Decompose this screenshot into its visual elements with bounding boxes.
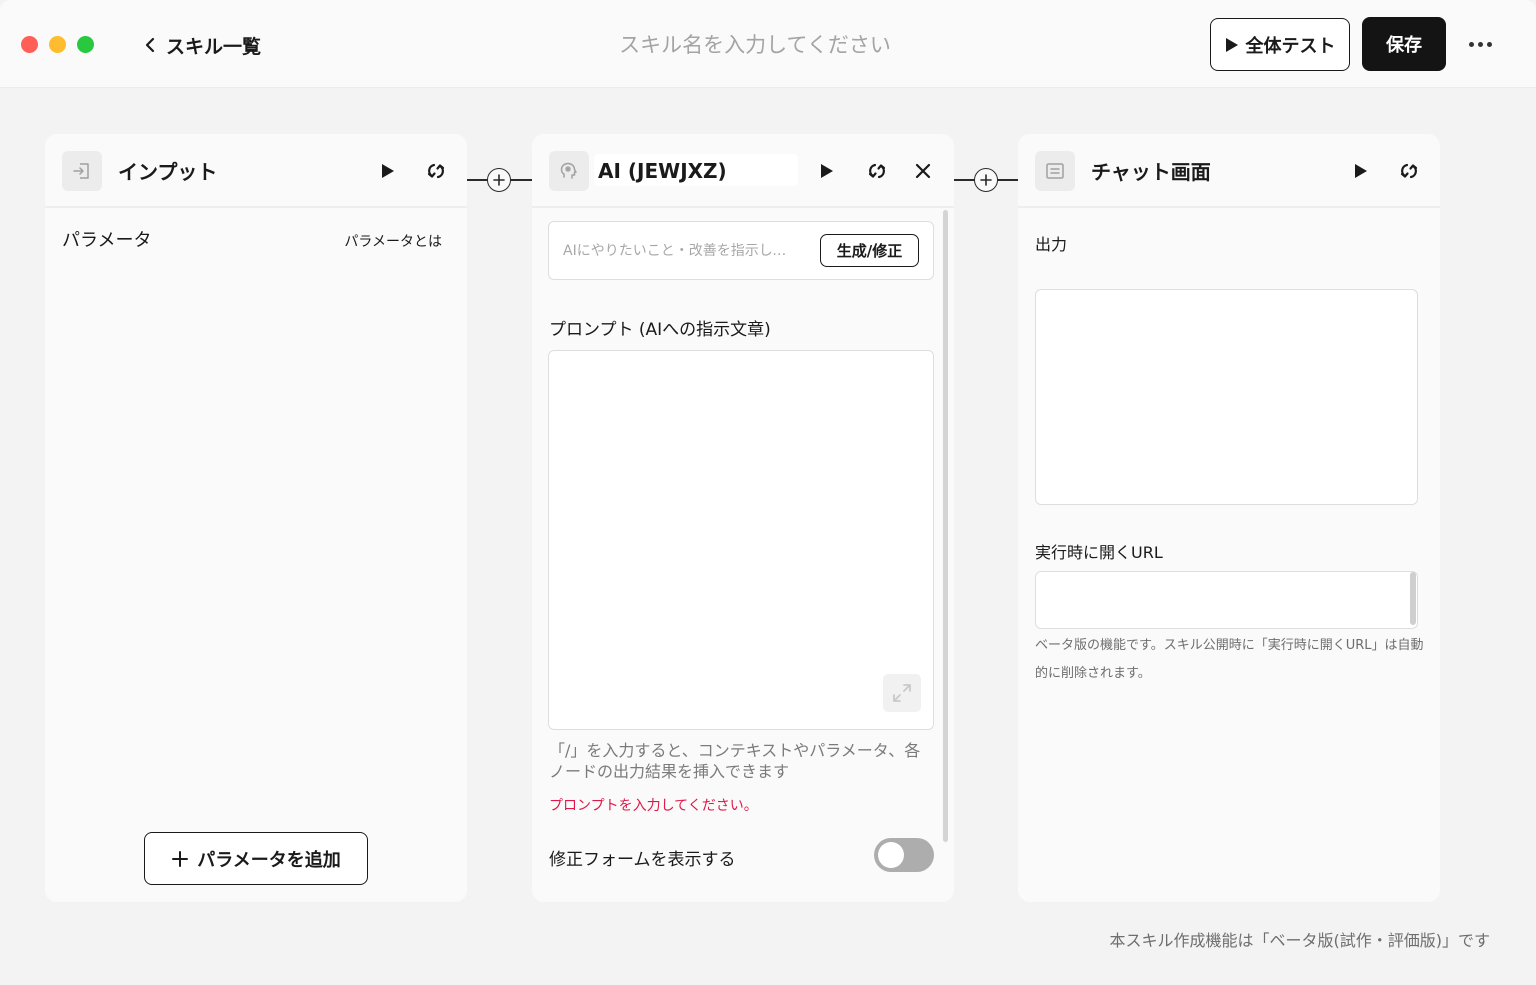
play-icon bbox=[821, 164, 833, 178]
close-window-button[interactable] bbox=[21, 36, 38, 53]
output-label: 出力 bbox=[1035, 235, 1068, 254]
back-label: スキル一覧 bbox=[166, 35, 262, 58]
play-icon bbox=[1225, 37, 1238, 52]
close-icon bbox=[915, 163, 931, 179]
expand-icon bbox=[893, 684, 911, 702]
maximize-window-button[interactable] bbox=[77, 36, 94, 53]
dot bbox=[1468, 41, 1474, 47]
ai-node-title: AI (JEWJXZ) bbox=[598, 159, 727, 183]
prompt-label: プロンプト (AIへの指示文章) bbox=[549, 320, 771, 340]
ai-instruction-box: 生成/修正 bbox=[548, 221, 934, 280]
dot bbox=[1486, 41, 1492, 47]
refresh-icon bbox=[427, 163, 445, 179]
run-url-input[interactable] bbox=[1035, 571, 1418, 629]
title-bar: スキル一覧 全体テスト 保存 bbox=[0, 0, 1536, 88]
refresh-icon bbox=[868, 163, 886, 179]
input-node-icon-box bbox=[62, 151, 102, 191]
dot bbox=[1477, 41, 1483, 47]
ai-instruction-input[interactable] bbox=[563, 239, 799, 263]
prompt-hint: 「/」を入力すると、コンテキストやパラメータ、各ノードの出力結果を挿入できます bbox=[549, 741, 921, 781]
play-icon bbox=[1355, 164, 1367, 178]
toggle-knob bbox=[878, 842, 904, 868]
url-beta-note: ベータ版の機能です。スキル公開時に「実行時に開くURL」は自動的に削除されます。 bbox=[1035, 638, 1424, 681]
save-button[interactable]: 保存 bbox=[1362, 17, 1446, 71]
chat-node-title: チャット画面 bbox=[1091, 160, 1211, 184]
plus-icon bbox=[172, 850, 189, 867]
more-options-button[interactable] bbox=[1462, 32, 1498, 56]
url-label: 実行時に開くURL bbox=[1035, 543, 1163, 562]
run-node-button[interactable] bbox=[374, 158, 400, 184]
url-input-scrollbar[interactable] bbox=[1410, 572, 1416, 625]
input-node-panel: インプット パラメータ パラメータとは パラメータを追加 bbox=[45, 134, 467, 902]
prompt-error-message: プロンプトを入力してください。 bbox=[549, 798, 758, 814]
test-all-button[interactable]: 全体テスト bbox=[1210, 18, 1350, 71]
ai-node-panel: AI (JEWJXZ) 生成/修正 プロンプト (AIへの指示文章 bbox=[532, 134, 954, 902]
skill-name-input[interactable] bbox=[520, 26, 990, 64]
chat-node-icon-box bbox=[1035, 151, 1075, 191]
beta-footer-note: 本スキル作成機能は「ベータ版(試作・評価版)」です bbox=[1109, 931, 1491, 950]
generate-fix-button[interactable]: 生成/修正 bbox=[820, 234, 919, 267]
refresh-icon bbox=[1400, 163, 1418, 179]
add-parameter-label: パラメータを追加 bbox=[197, 849, 341, 871]
output-textarea[interactable] bbox=[1035, 289, 1418, 505]
parameter-label: パラメータ bbox=[62, 230, 152, 251]
input-node-title: インプット bbox=[118, 160, 218, 184]
login-icon bbox=[73, 163, 89, 179]
play-icon bbox=[382, 164, 394, 178]
add-node-button-2[interactable] bbox=[974, 168, 998, 192]
reset-node-button[interactable] bbox=[864, 158, 890, 184]
test-all-label: 全体テスト bbox=[1245, 35, 1336, 57]
plus-icon bbox=[493, 174, 505, 186]
chevron-left-icon bbox=[145, 37, 155, 53]
reset-node-button[interactable] bbox=[423, 158, 449, 184]
ai-brain-icon bbox=[560, 162, 577, 179]
input-node-header: インプット bbox=[45, 134, 467, 208]
run-node-button[interactable] bbox=[1347, 158, 1373, 184]
document-icon bbox=[1046, 163, 1064, 179]
run-node-button[interactable] bbox=[813, 158, 839, 184]
add-parameter-button[interactable]: パラメータを追加 bbox=[144, 832, 368, 885]
fix-form-toggle[interactable] bbox=[874, 838, 934, 872]
panel-scrollbar-thumb[interactable] bbox=[943, 210, 948, 842]
chat-node-header: チャット画面 bbox=[1018, 134, 1440, 208]
expand-prompt-button[interactable] bbox=[883, 674, 921, 712]
app-window: スキル一覧 全体テスト 保存 インプット bbox=[0, 0, 1536, 985]
reset-node-button[interactable] bbox=[1396, 158, 1422, 184]
parameter-help-link[interactable]: パラメータとは bbox=[344, 231, 442, 251]
back-to-skill-list-link[interactable]: スキル一覧 bbox=[142, 30, 261, 60]
fix-form-toggle-label: 修正フォームを表示する bbox=[549, 850, 736, 870]
minimize-window-button[interactable] bbox=[49, 36, 66, 53]
plus-icon bbox=[980, 174, 992, 186]
ai-node-icon-box bbox=[549, 151, 589, 191]
add-node-button-1[interactable] bbox=[487, 168, 511, 192]
prompt-textarea[interactable] bbox=[548, 350, 934, 730]
delete-node-button[interactable] bbox=[910, 158, 936, 184]
chat-node-panel: チャット画面 出力 実行時に開くURL ベータ版の機能です。スキル公開時に「実行… bbox=[1018, 134, 1440, 902]
ai-node-header: AI (JEWJXZ) bbox=[532, 134, 954, 208]
